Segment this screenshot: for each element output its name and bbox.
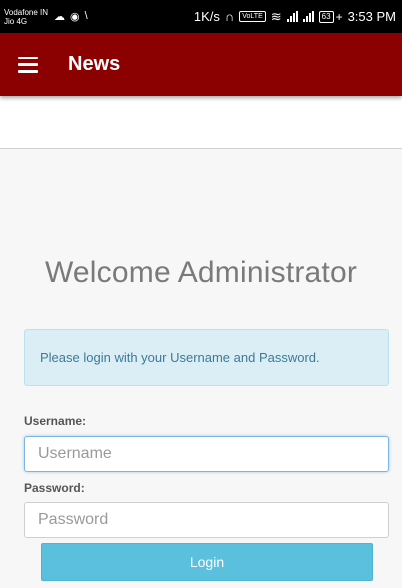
- network-speed: 1K/s: [193, 9, 220, 24]
- headset-icon: ∩: [224, 9, 235, 24]
- volte-badge: VoLTE: [239, 11, 266, 22]
- info-alert: Please login with your Username and Pass…: [24, 329, 389, 386]
- battery-level: 63: [321, 11, 331, 21]
- carrier-secondary: Jio 4G: [4, 16, 28, 26]
- wifi-icon: ≋: [270, 8, 282, 24]
- signal-icon-secondary: [302, 11, 314, 22]
- status-bar: Vodafone IN Jio 4G ☁ ◉ \ 1K/s ∩ VoLTE ≋ …: [0, 0, 402, 33]
- clock: 3:53 PM: [347, 9, 396, 24]
- page-title: Welcome Administrator: [44, 256, 358, 289]
- notification-icons: ☁ ◉ \: [54, 10, 88, 23]
- battery-icon: 63: [318, 10, 334, 23]
- globe-icon: ◉: [70, 11, 80, 23]
- cloud-icon: ☁: [54, 11, 66, 23]
- antenna-icon: \: [84, 10, 88, 22]
- username-input[interactable]: [24, 436, 389, 472]
- password-label: Password:: [24, 481, 85, 495]
- signal-icon: [286, 11, 298, 22]
- info-message: Please login with your Username and Pass…: [40, 350, 320, 365]
- username-label: Username:: [24, 414, 87, 428]
- charging-icon: +: [335, 9, 343, 24]
- password-input[interactable]: [24, 502, 389, 538]
- app-bar: News: [0, 33, 402, 96]
- carrier-info: Vodafone IN Jio 4G: [4, 8, 48, 26]
- carrier-primary: Vodafone IN: [4, 7, 49, 17]
- status-right: 1K/s ∩ VoLTE ≋ 63 + 3:53 PM: [194, 9, 396, 25]
- login-page: Welcome Administrator Please login with …: [0, 148, 402, 588]
- app-title: News: [68, 53, 121, 75]
- hamburger-menu-icon[interactable]: [18, 56, 38, 73]
- login-button[interactable]: Login: [41, 543, 373, 581]
